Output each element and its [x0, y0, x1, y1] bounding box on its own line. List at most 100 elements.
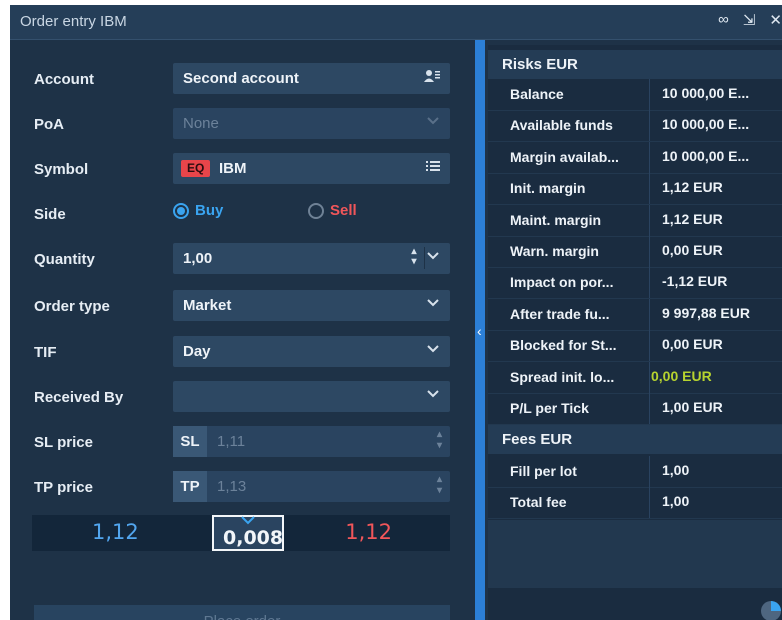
- fees-row-value: 1,00: [662, 493, 690, 510]
- sell-label: Sell: [330, 202, 357, 219]
- risks-row-label: Warn. margin: [510, 243, 599, 259]
- spread-value: 0,008: [223, 527, 284, 549]
- chevron-down-icon: [426, 386, 440, 400]
- column-divider: [649, 141, 650, 173]
- bid-price[interactable]: 1,12: [92, 520, 139, 544]
- link-icon[interactable]: ∞: [718, 11, 729, 29]
- poa-select[interactable]: None: [173, 108, 450, 139]
- risks-header-label: Risks EUR: [502, 56, 578, 73]
- order-form: Account Second account PoA None Symbol E…: [10, 40, 475, 620]
- poa-value: None: [183, 115, 219, 132]
- window-title: Order entry IBM: [20, 13, 127, 30]
- menu-arrow-icon[interactable]: ⇲: [743, 11, 756, 29]
- risks-row-value: 10 000,00 E...: [662, 85, 750, 101]
- risks-row: Spread init. lo... 0,00 EUR: [488, 361, 782, 394]
- risks-row-label: Maint. margin: [510, 211, 602, 228]
- order-type-row: Order type Market: [10, 290, 475, 324]
- radio-selected-icon: [173, 202, 189, 219]
- risks-row-label: After trade fu...: [510, 305, 610, 322]
- symbol-field[interactable]: EQ IBM: [173, 153, 450, 184]
- sl-tag: SL: [173, 426, 207, 457]
- sl-price-input[interactable]: SL 1,11 ▴ ▾: [173, 426, 450, 457]
- column-divider: [649, 204, 650, 236]
- tp-tag: TP: [173, 471, 207, 502]
- stepper-arrows-icon[interactable]: ▴ ▾: [437, 474, 442, 496]
- risks-row-value: 1,12 EUR: [662, 179, 723, 196]
- risks-row-label: Blocked for St...: [510, 337, 617, 354]
- risks-row: Maint. margin 1,12 EUR: [488, 204, 782, 237]
- fees-row: Fill per lot 1,00: [488, 456, 782, 488]
- fees-header: Fees EUR: [488, 425, 782, 454]
- symbol-label: Symbol: [34, 161, 89, 178]
- risks-row: After trade fu... 9 997,88 EUR: [488, 298, 782, 331]
- risks-row: Blocked for St... 0,00 EUR: [488, 330, 782, 363]
- fees-row-label: Total fee: [510, 494, 567, 511]
- risks-row-label: Impact on por...: [510, 274, 614, 291]
- symbol-row: Symbol EQ IBM: [10, 153, 475, 187]
- risks-row: Margin availab... 10 000,00 E...: [488, 141, 782, 174]
- account-value: Second account: [183, 70, 299, 87]
- sl-price-row: SL price SL 1,11 ▴ ▾: [10, 426, 475, 460]
- risks-row: Warn. margin 0,00 EUR: [488, 236, 782, 268]
- fees-row-label: Fill per lot: [510, 463, 577, 479]
- side-buy-radio[interactable]: Buy: [173, 202, 223, 219]
- risks-row-label: Balance: [510, 86, 564, 102]
- chevron-down-icon: [426, 113, 440, 127]
- risks-row-value: 1,12 EUR: [662, 210, 723, 227]
- symbol-value: IBM: [219, 160, 247, 177]
- pie-chart-icon[interactable]: [760, 600, 782, 620]
- stepper-arrows-icon[interactable]: ▴ ▾: [437, 429, 442, 451]
- account-field[interactable]: Second account: [173, 63, 450, 94]
- poa-label: PoA: [34, 116, 64, 133]
- spread-box: 0,008: [212, 515, 284, 551]
- place-order-button[interactable]: Place order: [34, 605, 450, 620]
- chevron-left-icon[interactable]: ‹: [477, 323, 482, 339]
- tif-row: TIF Day: [10, 336, 475, 370]
- side-sell-radio[interactable]: Sell: [308, 202, 357, 219]
- column-divider: [649, 487, 650, 519]
- order-entry-window: Order entry IBM ∞ ⇲ ✕ Account Second acc…: [10, 5, 782, 620]
- chevron-down-icon: [426, 295, 440, 309]
- order-type-value: Market: [183, 297, 232, 314]
- quantity-stepper[interactable]: 1,00 ▴ ▾: [173, 243, 450, 274]
- risks-row: Impact on por... -1,12 EUR: [488, 267, 782, 300]
- tif-label: TIF: [34, 344, 57, 361]
- side-row: Side Buy Sell: [10, 198, 475, 232]
- list-icon[interactable]: [426, 159, 440, 175]
- tif-value: Day: [183, 343, 211, 360]
- column-divider: [649, 361, 650, 393]
- column-divider: [649, 79, 650, 110]
- sl-value: 1,11: [217, 433, 246, 450]
- tp-price-input[interactable]: TP 1,13 ▴ ▾: [173, 471, 450, 502]
- column-divider: [649, 267, 650, 299]
- quantity-value: 1,00: [183, 250, 213, 267]
- order-type-select[interactable]: Market: [173, 290, 450, 321]
- column-divider: [649, 456, 650, 487]
- fees-row: Total fee 1,00: [488, 487, 782, 520]
- chevron-down-icon: [426, 341, 440, 355]
- risks-header: Risks EUR: [488, 50, 782, 79]
- received-by-row: Received By: [10, 381, 475, 415]
- stepper-arrows-icon[interactable]: ▴ ▾: [408, 247, 420, 267]
- tif-select[interactable]: Day: [173, 336, 450, 367]
- account-row: Account Second account: [10, 63, 475, 97]
- risks-row-label: Available funds: [510, 117, 613, 134]
- risks-row-value: 1,00 EUR: [662, 399, 723, 415]
- risks-row-label: P/L per Tick: [510, 400, 589, 416]
- risks-row-label: Init. margin: [510, 180, 586, 197]
- risks-row-value: 0,00 EUR: [662, 242, 723, 258]
- close-icon[interactable]: ✕: [769, 11, 782, 29]
- equity-badge: EQ: [181, 160, 211, 177]
- chevron-down-icon[interactable]: [426, 248, 440, 262]
- price-bar: 1,12 0,008 1,12: [32, 515, 450, 551]
- ask-price[interactable]: 1,12: [345, 520, 392, 544]
- stepper-divider: [424, 247, 425, 269]
- poa-row: PoA None: [10, 108, 475, 142]
- account-user-icon[interactable]: [424, 69, 440, 86]
- received-by-select[interactable]: [173, 381, 450, 412]
- column-divider: [649, 330, 650, 362]
- buy-label: Buy: [195, 202, 224, 219]
- risks-row-value: 0,00 EUR: [662, 336, 723, 353]
- sl-price-label: SL price: [34, 434, 93, 451]
- risks-row-value: -1,12 EUR: [662, 273, 728, 290]
